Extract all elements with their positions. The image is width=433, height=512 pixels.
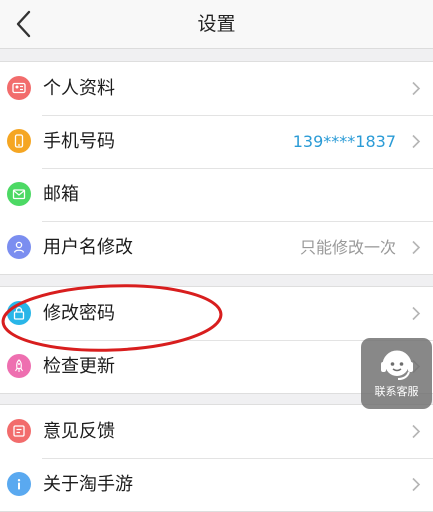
chevron-right-icon	[412, 424, 421, 439]
page-title: 设置	[197, 13, 236, 35]
phone-icon	[7, 129, 31, 153]
row-label: 手机号码	[43, 131, 115, 152]
username-hint-value: 只能修改一次	[299, 238, 396, 257]
chevron-right-icon	[412, 477, 421, 492]
row-email[interactable]: 邮箱	[0, 168, 433, 221]
row-label: 检查更新	[43, 356, 115, 377]
row-label: 修改密码	[43, 303, 115, 324]
row-about[interactable]: 关于淘手游	[0, 458, 433, 511]
customer-service-button[interactable]: 联系客服	[361, 338, 432, 409]
row-feedback[interactable]: 意见反馈	[0, 405, 433, 458]
row-label: 个人资料	[43, 78, 115, 99]
row-label: 意见反馈	[43, 421, 115, 442]
row-label: 用户名修改	[43, 237, 133, 258]
lock-icon	[7, 301, 31, 325]
info-icon	[7, 472, 31, 496]
phone-number-value: 139****1837	[292, 132, 396, 151]
user-icon	[7, 235, 31, 259]
mail-icon	[7, 182, 31, 206]
headset-icon	[380, 350, 413, 380]
row-label: 邮箱	[43, 184, 79, 205]
customer-service-label: 联系客服	[374, 385, 419, 398]
row-label: 关于淘手游	[43, 474, 133, 495]
row-change-password[interactable]: 修改密码	[0, 287, 433, 340]
chevron-right-icon	[412, 240, 421, 255]
settings-group-account: 个人资料 手机号码 139****1837 邮箱 用户名修改 只能修改一次	[0, 61, 433, 275]
chevron-right-icon	[412, 306, 421, 321]
feedback-icon	[7, 419, 31, 443]
row-username[interactable]: 用户名修改 只能修改一次	[0, 221, 433, 274]
settings-group-about: 意见反馈 关于淘手游	[0, 404, 433, 512]
row-phone[interactable]: 手机号码 139****1837	[0, 115, 433, 168]
profile-card-icon	[7, 76, 31, 100]
row-profile[interactable]: 个人资料	[0, 62, 433, 115]
chevron-right-icon	[412, 81, 421, 96]
chevron-right-icon	[412, 134, 421, 149]
nav-bar: 设置	[0, 0, 433, 49]
rocket-icon	[7, 354, 31, 378]
